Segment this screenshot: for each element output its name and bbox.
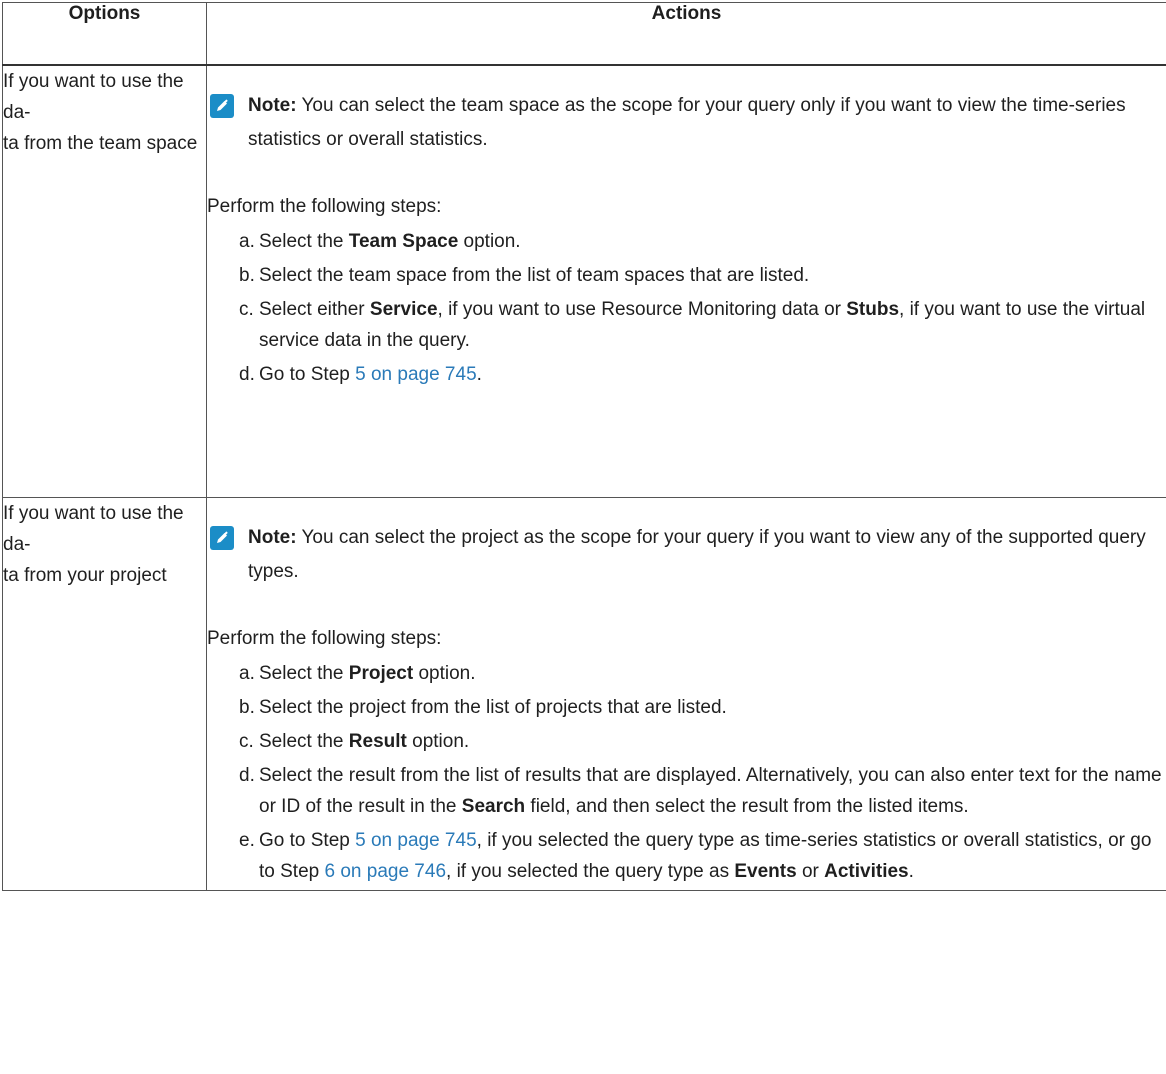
option-text: ta from the team space (3, 133, 198, 154)
action-cell: Note: You can select the team space as t… (206, 64, 1166, 498)
step-text: , if you want to use Resource Monitoring… (437, 299, 847, 320)
list-item: b. Select the project from the list of pr… (239, 692, 1166, 723)
note-box: Note: You can select the team space as t… (207, 66, 1166, 157)
table-row: If you want to use the da- ta from your … (2, 496, 1166, 891)
step-text: option. (458, 231, 521, 252)
step-bold: Project (348, 662, 414, 684)
note-text: Note: You can select the project as the … (248, 521, 1166, 589)
list-item: e. Go to Step 5 on page 745 , if you selec… (239, 825, 1166, 887)
pencil-icon (210, 525, 234, 550)
note-body: You can select the project as the scope … (248, 526, 1146, 582)
step-text: . (476, 364, 482, 385)
note-text: Note: You can select the team space as t… (248, 89, 1166, 157)
options-actions-table: Options Actions If you want to use the d… (2, 2, 1166, 891)
list-item: a. Select the Team Space option. (239, 226, 1166, 257)
list-item: a. Select the Project option. (239, 658, 1166, 689)
step-text: Select the team space from the list of t… (259, 265, 810, 286)
step-text: . (908, 860, 914, 882)
step-marker: a. (239, 231, 255, 252)
step-text: Select the project from the list of proj… (259, 696, 727, 718)
step-text: , if you selected the query type as (446, 860, 735, 882)
list-item: d. Select the result from the list of res… (239, 760, 1166, 822)
pencil-icon (210, 94, 234, 118)
header-row: Options Actions (2, 2, 1166, 66)
step-text: Select the (259, 730, 349, 752)
options-header: Options (2, 2, 207, 66)
step-marker: a. (239, 662, 255, 684)
step-bold: Team Space (348, 231, 459, 252)
step-bold: Events (734, 860, 797, 882)
list-item: c. Select either Service, if you want to … (239, 294, 1166, 356)
steps-list: a. Select the Project option. b. Select th… (207, 658, 1166, 887)
step-bold: Search (461, 795, 526, 817)
note-body: You can select the team space as the sco… (248, 95, 1126, 150)
step-text: option. (413, 662, 476, 684)
step-text: Go to Step (259, 364, 356, 385)
step-link[interactable]: 5 on page 745 (355, 830, 477, 851)
table-row: If you want to use the da- ta from the t… (2, 64, 1166, 498)
step-marker: e. (239, 829, 255, 851)
step-bold: Stubs (846, 299, 900, 320)
steps-list: a. Select the Team Space option. b. Select… (207, 226, 1166, 390)
note-label: Note: (248, 95, 297, 116)
step-text: or (796, 860, 825, 882)
step-marker: d. (239, 364, 255, 385)
list-item: d. Go to Step 5 on page 745. (239, 359, 1166, 390)
step-text: Go to Step (259, 829, 356, 851)
note-box: Note: You can select the project as the … (207, 498, 1166, 589)
list-item: c. Select the Result option. (239, 726, 1166, 757)
step-text: field, and then select the result from t… (525, 795, 969, 817)
step-bold: Activities (824, 860, 909, 882)
option-cell: If you want to use the da- ta from your … (2, 496, 207, 891)
step-text: option. (406, 730, 470, 752)
step-link[interactable]: 6 on page 746 (325, 861, 447, 882)
note-label: Note: (248, 526, 297, 548)
option-cell: If you want to use the da- ta from the t… (2, 64, 207, 498)
steps-lead: Perform the following steps: (207, 627, 442, 649)
step-link[interactable]: 5 on page 745 (355, 364, 477, 385)
steps-lead: Perform the following steps: (207, 196, 442, 217)
step-text: Select the (259, 662, 349, 684)
step-marker: c. (239, 730, 254, 752)
option-text: If you want to use the da- (3, 71, 184, 123)
step-bold: Service (369, 299, 438, 320)
step-bold: Result (348, 730, 407, 752)
list-item: b. Select the team space from the list of… (239, 260, 1166, 291)
action-cell: Note: You can select the project as the … (206, 496, 1166, 891)
step-marker: b. (239, 265, 255, 286)
option-text: If you want to use the da- (3, 502, 184, 555)
step-marker: d. (239, 764, 255, 786)
step-text: Select the (259, 231, 349, 252)
step-marker: c. (239, 299, 254, 320)
actions-header: Actions (206, 2, 1166, 66)
step-marker: b. (239, 696, 255, 718)
option-text: ta from your project (3, 564, 167, 586)
step-text: Select either (259, 299, 370, 320)
